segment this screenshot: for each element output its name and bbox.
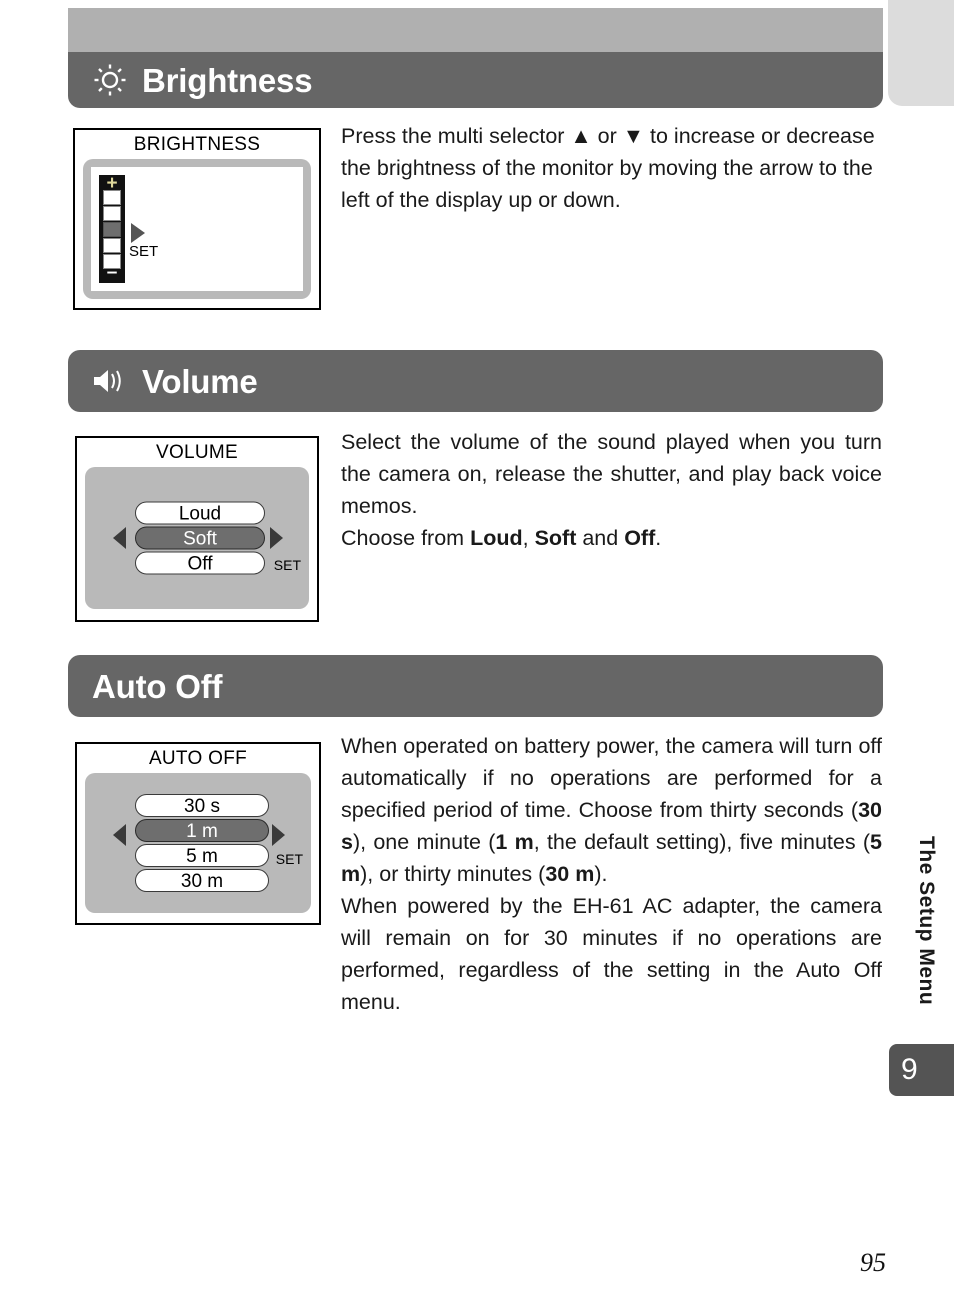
sun-brightness-icon	[88, 58, 132, 102]
brightness-pointer-icon	[131, 223, 145, 243]
brightness-cell	[103, 237, 121, 253]
brightness-plus-label: +	[106, 173, 118, 194]
arrow-left-icon	[113, 823, 126, 846]
bold-1m: 1 m	[495, 830, 534, 854]
separator: ,	[522, 526, 535, 550]
separator: and	[576, 526, 625, 550]
section-header-volume: Volume	[68, 350, 883, 412]
lcd-mock-brightness: BRIGHTNESS + – SET	[73, 128, 321, 310]
text-e: ).	[594, 862, 608, 886]
lcd-screen: SET 30 s 1 m 5 m 30 m	[85, 773, 311, 913]
side-tab-label: The Setup Menu	[915, 836, 938, 1006]
body-text-auto-off: When operated on battery power, the came…	[341, 730, 882, 1018]
auto-off-option-1m-selected[interactable]: 1 m	[135, 819, 269, 842]
lcd-caption: BRIGHTNESS	[133, 134, 261, 155]
section-title: Volume	[142, 362, 258, 400]
speaker-volume-icon	[88, 359, 132, 403]
brightness-cell-selected	[103, 221, 121, 237]
body-text-brightness: Press the multi selector ▲ or ▼ to incre…	[341, 120, 882, 216]
auto-off-option-30m[interactable]: 30 m	[135, 869, 269, 892]
page-corner-tab	[888, 0, 954, 106]
section-title: Brightness	[142, 61, 313, 99]
text-b: ), one minute (	[352, 830, 496, 854]
body-text-volume: Select the volume of the sound played wh…	[341, 426, 882, 554]
brightness-slider[interactable]: + –	[99, 173, 125, 283]
paragraph-ac-adapter: When powered by the EH-61 AC adapter, th…	[341, 894, 882, 1014]
option-soft: Soft	[534, 526, 577, 550]
section-header-auto-off: Auto Off	[68, 655, 883, 717]
auto-off-option-30s[interactable]: 30 s	[135, 794, 269, 817]
period: .	[655, 526, 662, 550]
section-header-brightness: Brightness	[68, 52, 883, 108]
page-number: 95	[860, 1248, 886, 1277]
text-d: ), or thirty minutes (	[360, 862, 546, 886]
lcd-caption: VOLUME	[155, 442, 239, 463]
paragraph: Press the multi selector ▲ or ▼ to incre…	[341, 124, 875, 212]
auto-off-option-list: 30 s 1 m 5 m 30 m	[135, 794, 269, 892]
arrow-right-icon	[272, 823, 285, 846]
bold-30m: 30 m	[545, 862, 595, 886]
lcd-screen: + – SET	[83, 159, 311, 299]
brightness-minus-label: –	[106, 261, 118, 283]
set-label: SET	[273, 557, 301, 573]
paragraph-battery: When operated on battery power, the came…	[341, 730, 882, 890]
choose-prefix: Choose from	[341, 526, 471, 550]
brightness-cells	[103, 189, 121, 269]
arrow-right-icon	[270, 527, 283, 549]
brightness-cell	[103, 205, 121, 221]
volume-option-list: Loud Soft Off	[135, 501, 265, 575]
top-decorative-band	[68, 8, 883, 52]
text-a: When operated on battery power, the came…	[341, 734, 882, 822]
set-label: SET	[275, 851, 303, 867]
option-off: Off	[624, 526, 656, 550]
brightness-set-label: SET	[129, 243, 159, 260]
section-title: Auto Off	[92, 667, 223, 705]
brightness-cell	[103, 189, 121, 205]
volume-option-loud[interactable]: Loud	[135, 501, 265, 525]
lcd-mock-auto-off: AUTO OFF SET 30 s 1 m 5 m 30 m	[75, 742, 321, 925]
arrow-left-icon	[113, 527, 126, 549]
lcd-mock-volume: VOLUME SET Loud Soft Off	[75, 436, 319, 622]
lcd-screen: SET Loud Soft Off	[85, 467, 309, 609]
paragraph-choose-from: Choose from Loud, Soft and Off.	[341, 522, 882, 554]
option-loud: Loud	[470, 526, 523, 550]
side-tab-badge: 9	[889, 1044, 954, 1096]
text-c: , the default setting), five minutes (	[533, 830, 871, 854]
volume-option-soft-selected[interactable]: Soft	[135, 526, 265, 550]
volume-option-off[interactable]: Off	[135, 551, 265, 575]
lcd-caption: AUTO OFF	[148, 748, 248, 769]
lcd-display-area: + – SET	[91, 167, 303, 291]
paragraph: Select the volume of the sound played wh…	[341, 430, 882, 518]
auto-off-option-5m[interactable]: 5 m	[135, 844, 269, 867]
